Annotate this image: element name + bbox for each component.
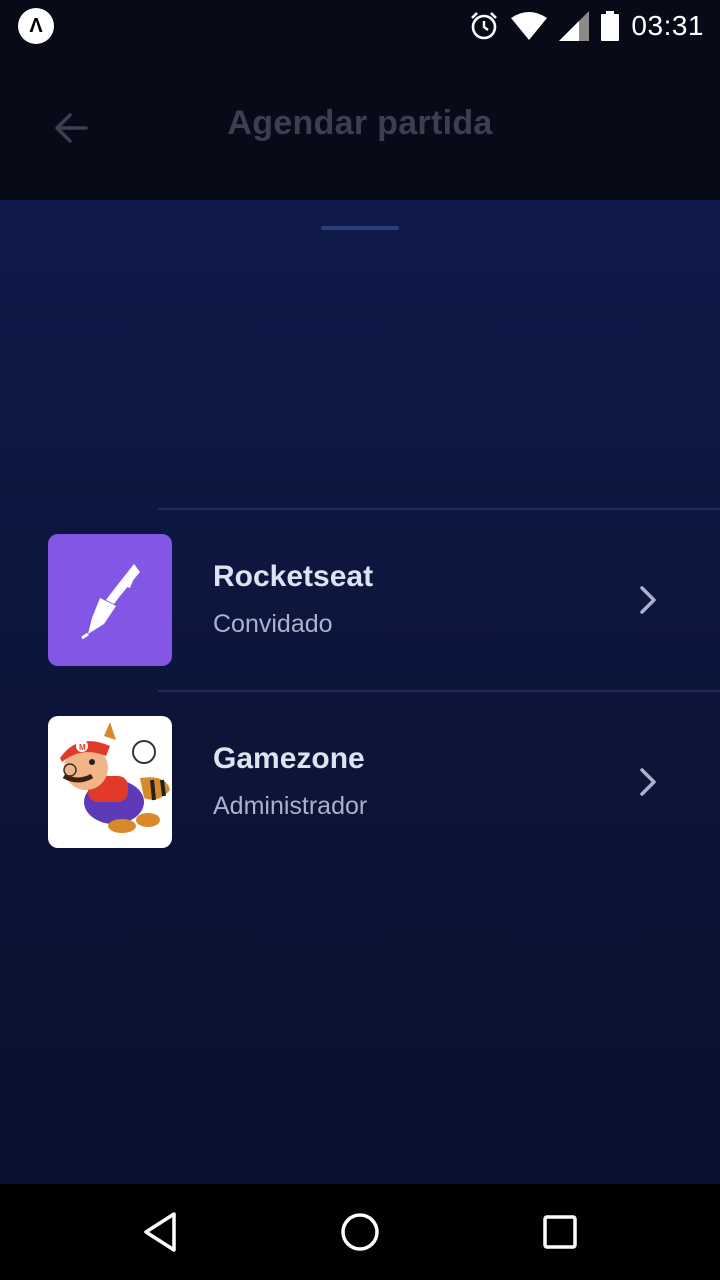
chevron-right-icon [640, 586, 656, 614]
home-circle-icon[interactable] [336, 1208, 384, 1256]
guild-role: Administrador [213, 792, 368, 820]
chevron-right-icon [640, 768, 656, 796]
svg-text:M: M [79, 743, 86, 752]
guild-role: Convidado [213, 610, 333, 638]
guild-item-rocketseat[interactable]: Rocketseat Convidado [0, 534, 720, 666]
rocketseat-logo-icon [48, 534, 172, 666]
sheet-drag-handle[interactable] [321, 226, 399, 230]
back-triangle-icon[interactable] [136, 1208, 184, 1256]
guild-name: Rocketseat [213, 560, 374, 593]
status-time: 03:31 [631, 10, 704, 41]
guild-name: Gamezone [213, 742, 365, 775]
recents-square-icon[interactable] [536, 1208, 584, 1256]
list-divider [158, 508, 720, 510]
battery-icon [601, 11, 620, 41]
app-header: Agendar partida [0, 52, 720, 200]
app-notification-icon: Λ [18, 8, 54, 44]
signal-icon [559, 11, 590, 41]
status-bar: Λ 03:31 [0, 0, 720, 52]
guild-item-gamezone[interactable]: M Gamezone Administrador [0, 716, 720, 848]
status-icons: 03:31 [469, 6, 704, 46]
wifi-icon [511, 12, 548, 40]
alarm-icon [471, 12, 498, 40]
system-nav-bar [0, 1184, 720, 1280]
guild-select-sheet: Rocketseat Convidado M Gamezone Administ… [0, 200, 720, 1184]
list-divider [158, 690, 720, 692]
mario-avatar-icon: M [48, 716, 172, 848]
page-title: Agendar partida [227, 104, 493, 142]
